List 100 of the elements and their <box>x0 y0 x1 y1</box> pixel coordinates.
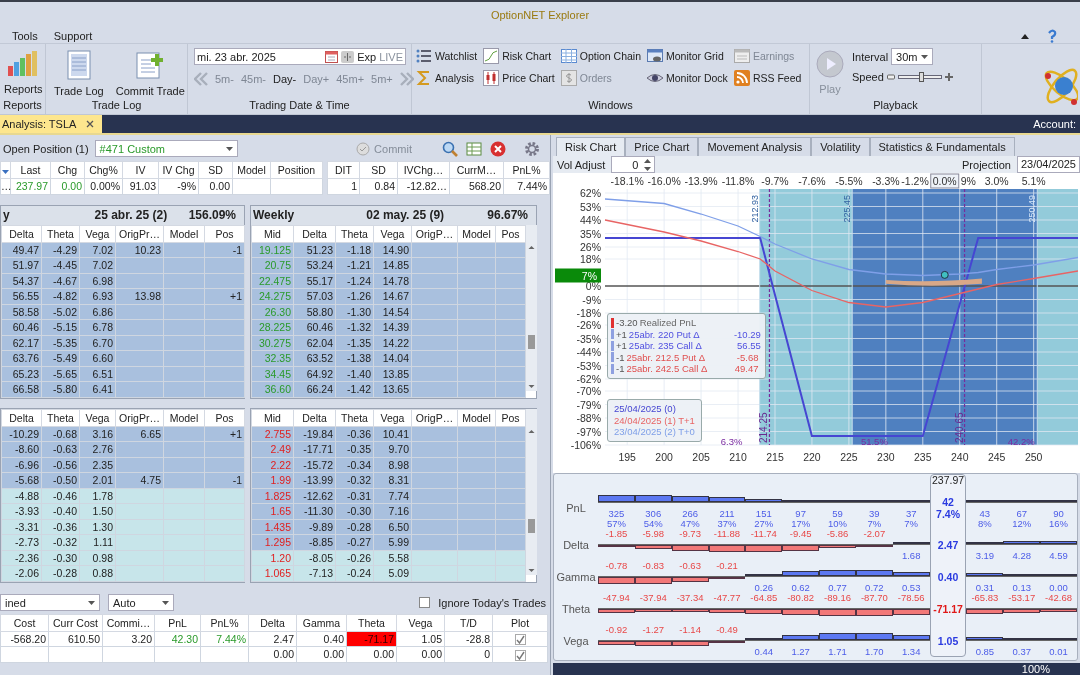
ribbon-button[interactable]: Analysis <box>416 70 478 86</box>
line-chart-icon <box>483 48 500 64</box>
ribbon-button[interactable]: Monitor Grid <box>647 48 728 64</box>
ribbon-button[interactable]: Risk Chart <box>483 48 555 64</box>
column-header: Vega <box>79 225 116 242</box>
dropdown-arrow-icon[interactable] <box>2 170 9 174</box>
ribbon-button[interactable]: Price Chart <box>483 70 555 86</box>
axis-label: -9% <box>582 293 601 306</box>
greek-value: 67 <box>1016 509 1027 519</box>
ribbon-button[interactable]: Watchlist <box>416 48 478 64</box>
axis-label: 53% <box>580 200 601 213</box>
split-icon[interactable] <box>341 50 355 63</box>
axis-label: 9% <box>960 175 976 187</box>
close-icon[interactable] <box>86 120 95 128</box>
greek-value: -11.74 <box>750 529 777 539</box>
date-field[interactable]: mi. 23 abr. 2025 Exp LIVE <box>194 48 406 65</box>
minus-icon[interactable] <box>886 74 895 80</box>
help-icon[interactable] <box>1046 28 1058 43</box>
greek-value: -9.45 <box>789 529 812 539</box>
greek-value: 1.70 <box>865 647 884 657</box>
ribbon-button[interactable]: Commit Trade <box>113 48 187 97</box>
position-quantity: -3.20 <box>616 317 638 329</box>
axis-label: 62% <box>580 187 601 199</box>
axis-label: -88% <box>576 412 601 424</box>
greek-value: -2.07 <box>863 529 886 539</box>
greek-value: -0.21 <box>716 561 738 571</box>
column-header: DIT <box>327 161 360 179</box>
axis-label: -3.3% <box>872 175 900 187</box>
column-header: OrigPr… <box>115 225 164 242</box>
greek-value: -11.88 <box>713 529 741 539</box>
current-pnl-badge: 7% <box>555 268 601 283</box>
spreadsheet-icon[interactable] <box>466 140 482 157</box>
expiry-date: 02 may. 25 (9) <box>365 208 446 222</box>
ribbon-button[interactable]: Trade Log <box>52 48 106 97</box>
axis-label: -97% <box>576 425 601 438</box>
greek-value: 4.59 <box>1049 551 1068 561</box>
list-icon <box>416 48 432 64</box>
axis-label: 3.0% <box>984 175 1009 187</box>
step-button[interactable]: Day- <box>273 73 297 85</box>
group-label: Reports <box>2 99 43 113</box>
ribbon-button[interactable]: Reports <box>2 48 45 95</box>
interval-dropdown[interactable]: 30m <box>891 48 934 65</box>
column-header: Model <box>232 161 271 179</box>
legend-entry: 25/04/2025 (0) <box>614 403 677 415</box>
ribbon-button[interactable]: RSS Feed <box>733 70 802 86</box>
close-circle-icon[interactable] <box>490 140 506 157</box>
series-label: Weekly <box>253 208 296 222</box>
search-icon[interactable] <box>442 140 458 157</box>
table-cell: 1 <box>327 178 360 194</box>
ribbon-button[interactable]: Option Chain <box>560 48 641 64</box>
sigma-icon <box>416 70 432 86</box>
projection-field[interactable]: 23/04/2025 <box>1016 156 1080 173</box>
chart-tab[interactable]: Statistics & Fundamentals <box>869 137 1015 156</box>
chart-tab[interactable]: Movement Analysis <box>698 137 812 156</box>
settings-icon[interactable] <box>524 140 540 157</box>
greek-value: 0.00 <box>1049 583 1068 593</box>
column-header: T/D <box>444 614 493 631</box>
group-label: Trade Log <box>90 99 143 113</box>
plot-checkbox[interactable] <box>514 649 526 661</box>
current-price-label: 237.97 <box>930 474 966 486</box>
mode-dropdown[interactable]: Auto <box>108 594 174 611</box>
axis-label: -106% <box>570 439 601 451</box>
vol-adjust-spinner[interactable]: 0 <box>611 156 656 173</box>
column-header: OrigP… <box>411 409 458 426</box>
position-dropdown[interactable]: #471 Custom <box>94 140 238 157</box>
calendar-icon[interactable] <box>325 50 339 63</box>
menu-item[interactable]: Support <box>53 29 93 42</box>
column-header: Delta <box>293 225 336 242</box>
column-header: Delta <box>293 409 336 426</box>
speed-label: Speed <box>852 71 884 83</box>
table-cell: 0.00 <box>346 646 397 662</box>
position-label: Open Position (1) <box>3 142 89 155</box>
slider-thumb[interactable] <box>918 72 924 82</box>
plus-icon[interactable] <box>944 73 953 81</box>
axis-label: -1.2% <box>901 175 929 187</box>
greek-value: 0.13 <box>1012 583 1031 593</box>
scrollbar[interactable] <box>526 224 537 391</box>
menu-item[interactable]: Tools <box>12 29 38 42</box>
ribbon-button[interactable]: Monitor Dock <box>647 70 728 86</box>
greek-value: -65.83 <box>971 593 999 603</box>
pnl-percent: 54% <box>643 519 663 529</box>
column-header: Pos <box>204 225 245 242</box>
axis-label: 250 <box>1024 451 1043 463</box>
pnl-percent: 12% <box>1012 519 1032 529</box>
position-delta: 49.47 <box>733 363 759 375</box>
combine-dropdown[interactable]: ined <box>0 594 100 611</box>
axis-label: 240 <box>951 451 969 463</box>
speed-slider[interactable] <box>897 75 942 79</box>
checkbox[interactable] <box>419 597 431 608</box>
document-tab[interactable]: Analysis: TSLA <box>0 115 103 133</box>
column-header: IV Chg <box>158 161 199 179</box>
chart-tab[interactable]: Risk Chart <box>556 137 626 156</box>
chart-tab[interactable]: Volatility <box>811 137 870 156</box>
chart-tab[interactable]: Price Chart <box>625 137 699 156</box>
axis-label: -11.8% <box>721 175 755 187</box>
scrollbar[interactable] <box>526 408 537 575</box>
plot-checkbox[interactable] <box>514 634 526 646</box>
axis-label: 0% <box>585 280 601 292</box>
pnl-percent: 8% <box>978 519 992 529</box>
axis-label: 220 <box>803 451 821 463</box>
